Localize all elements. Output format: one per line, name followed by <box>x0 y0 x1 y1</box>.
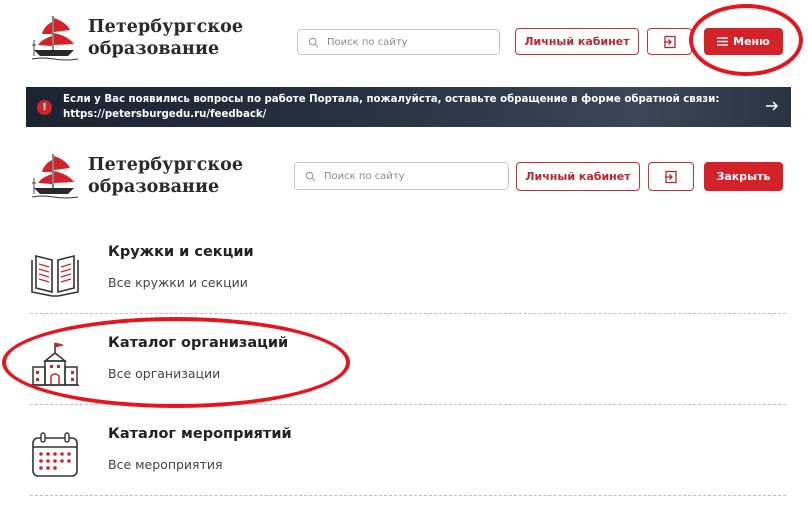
personal-cabinet-label: Личный кабинет <box>525 170 631 183</box>
search-icon <box>308 37 319 47</box>
book-icon <box>31 254 79 297</box>
calendar-icon <box>32 432 78 477</box>
site-logo[interactable]: Петербургское образование <box>30 12 243 64</box>
search-icon <box>305 171 316 181</box>
logo-title-line1: Петербургское <box>88 155 244 175</box>
logo-title-line2: образование <box>88 39 220 59</box>
banner-message: Если у Вас появились вопросы по работе П… <box>63 94 720 105</box>
ship-logo-icon <box>31 154 79 199</box>
banner-link[interactable]: https://petersburgedu.ru/feedback/ <box>63 108 753 123</box>
personal-cabinet-button[interactable]: Личный кабинет <box>515 28 639 55</box>
search-input[interactable] <box>327 36 477 48</box>
menu-item-title: Кружки и секции <box>108 244 254 260</box>
login-icon <box>663 35 676 48</box>
annotation-ellipse-menu <box>689 4 803 76</box>
search-field-secondary[interactable] <box>294 162 509 190</box>
menu-item-title: Каталог мероприятий <box>108 426 292 442</box>
arrow-right-icon[interactable] <box>765 99 779 113</box>
logo-title-line2: образование <box>88 177 220 197</box>
feedback-banner[interactable]: ! Если у Вас появились вопросы по работе… <box>26 87 791 127</box>
search-field[interactable] <box>297 29 500 55</box>
login-button[interactable] <box>648 162 694 191</box>
login-button[interactable] <box>647 28 692 55</box>
close-button[interactable]: Закрыть <box>704 162 783 191</box>
info-icon: ! <box>37 100 52 115</box>
ship-logo-icon <box>31 16 79 61</box>
menu-item-events[interactable]: Каталог мероприятий Все мероприятия <box>30 416 790 507</box>
personal-cabinet-label: Личный кабинет <box>524 35 630 48</box>
close-button-label: Закрыть <box>716 170 771 183</box>
menu-item-subtitle[interactable]: Все кружки и секции <box>108 275 248 290</box>
login-icon <box>665 170 677 183</box>
menu-item-subtitle[interactable]: Все мероприятия <box>108 457 223 472</box>
divider <box>30 495 786 496</box>
search-input[interactable] <box>324 170 474 182</box>
menu-item-clubs[interactable]: Кружки и секции Все кружки и секции <box>30 234 790 325</box>
personal-cabinet-button[interactable]: Личный кабинет <box>516 162 640 191</box>
site-logo-secondary[interactable]: Петербургское образование <box>30 150 243 202</box>
annotation-ellipse-organizations <box>2 317 350 408</box>
divider <box>30 313 786 314</box>
logo-title-line1: Петербургское <box>88 17 244 37</box>
